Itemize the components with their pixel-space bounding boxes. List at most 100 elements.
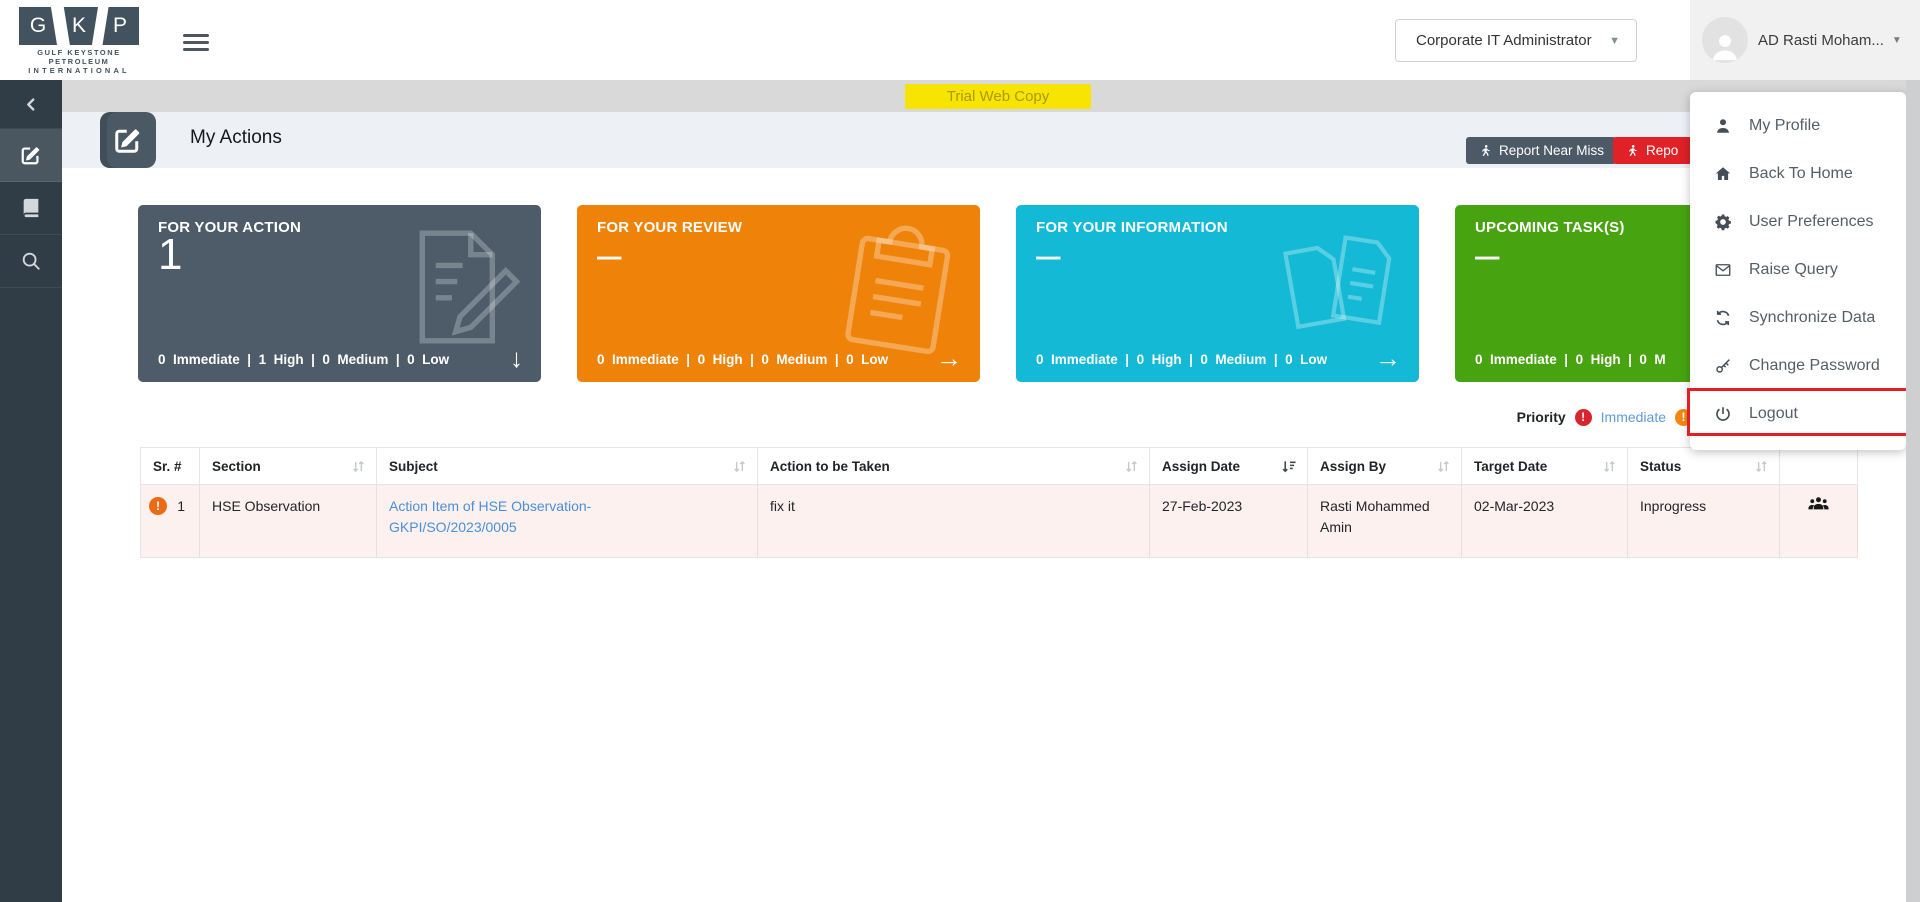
logo-text-line1: GULF KEYSTONE PETROLEUM	[37, 48, 121, 66]
card-stats: 0 Immediate | 1 High | 0 Medium | 0 Low …	[158, 295, 449, 382]
logo-letter-p: P	[102, 7, 139, 45]
card-title: FOR YOUR INFORMATION	[1036, 219, 1228, 236]
sidebar	[0, 80, 62, 902]
card-stats: 0 Immediate | 0 High | 0 Medium | 0 Low	[597, 295, 888, 382]
menu-item-raise-query[interactable]: Raise Query	[1690, 246, 1906, 294]
sort-icon[interactable]	[1124, 459, 1139, 474]
logo-letter-k: K	[63, 7, 98, 45]
menu-item-my-profile[interactable]: My Profile	[1690, 102, 1906, 150]
sort-active-icon[interactable]	[1281, 459, 1297, 474]
column-header-status[interactable]: Status	[1628, 448, 1780, 485]
card-for-your-information[interactable]: FOR YOUR INFORMATION – 0 Immediate | 0 H…	[1016, 205, 1419, 382]
power-icon	[1716, 407, 1730, 421]
column-header-actions	[1780, 448, 1858, 485]
card-for-your-action[interactable]: FOR YOUR ACTION 1 0 Immediate | 1 High |…	[138, 205, 541, 382]
report-red-label: Repo	[1646, 143, 1679, 158]
hamburger-menu-icon[interactable]	[183, 34, 209, 55]
card-stats-line1: 0 Immediate | 0 High | 0 M	[1475, 352, 1666, 367]
priority-legend-immediate: Immediate	[1600, 409, 1666, 425]
sort-icon[interactable]	[732, 459, 747, 474]
gkp-logo: G K P GULF KEYSTONE PETROLEUM INTERNATIO…	[12, 7, 146, 75]
cell-action: fix it	[758, 485, 1150, 558]
menu-item-back-to-home[interactable]: Back To Home	[1690, 150, 1906, 198]
table-row: ! 1 HSE Observation Action Item of HSE O…	[140, 485, 1858, 558]
cell-section: HSE Observation	[200, 485, 377, 558]
trial-banner: Trial Web Copy	[905, 84, 1091, 109]
cell-sr-value: 1	[177, 498, 185, 514]
user-dropdown-menu: My Profile Back To Home User Preferences…	[1687, 92, 1909, 450]
sort-icon[interactable]	[1436, 459, 1451, 474]
search-icon	[22, 252, 40, 270]
cell-assign-by: Rasti Mohammed Amin	[1308, 485, 1462, 558]
logo-text-line2: INTERNATIONAL	[28, 66, 130, 75]
sort-icon[interactable]	[351, 459, 366, 474]
running-person-icon	[1481, 144, 1490, 156]
sidebar-item-my-actions[interactable]	[0, 129, 62, 182]
chevron-down-icon: ▼	[1609, 34, 1620, 47]
key-icon	[1716, 359, 1730, 373]
arrow-right-icon[interactable]: →	[1375, 343, 1401, 374]
column-header-target-date[interactable]: Target Date	[1462, 448, 1628, 485]
page-title: My Actions	[190, 127, 282, 148]
card-stats-line1: 0 Immediate | 0 High | 0 Medium | 0 Low	[1036, 352, 1328, 367]
sort-icon[interactable]	[1602, 459, 1617, 474]
card-value: –	[1036, 230, 1061, 279]
priority-legend: Priority ! Immediate !	[1517, 406, 1692, 428]
menu-item-change-password[interactable]: Change Password	[1690, 342, 1906, 390]
column-header-subject[interactable]: Subject	[377, 448, 758, 485]
sidebar-item-search[interactable]	[0, 235, 62, 288]
card-value: –	[1475, 230, 1500, 279]
card-stats: 0 Immediate | 0 High | 0 M Next 1 year	[1475, 295, 1666, 382]
column-header-assign-date[interactable]: Assign Date	[1150, 448, 1308, 485]
priority-high-icon: !	[149, 497, 167, 515]
user-menu-trigger[interactable]: AD Rasti Moham... ▼	[1690, 0, 1920, 80]
card-value: 1	[158, 230, 183, 279]
vertical-scrollbar[interactable]	[1906, 80, 1920, 902]
menu-item-user-preferences[interactable]: User Preferences	[1690, 198, 1906, 246]
sidebar-collapse-button[interactable]	[0, 80, 62, 129]
column-header-action[interactable]: Action to be Taken	[758, 448, 1150, 485]
chevron-left-icon	[26, 97, 34, 111]
cell-team-action[interactable]	[1780, 485, 1858, 558]
gear-icon	[1715, 214, 1731, 231]
edit-icon	[21, 147, 40, 165]
role-selector[interactable]: Corporate IT Administrator ▼	[1395, 19, 1637, 62]
gkp-logo-boxes: G K P	[12, 7, 146, 45]
subject-link[interactable]: Action Item of HSE Observation-GKPI/SO/2…	[389, 496, 694, 538]
dashboard-cards: FOR YOUR ACTION 1 0 Immediate | 1 High |…	[138, 205, 1858, 382]
envelope-icon	[1715, 264, 1731, 276]
sidebar-item-register[interactable]	[0, 182, 62, 235]
menu-item-synchronize-data[interactable]: Synchronize Data	[1690, 294, 1906, 342]
cell-subject: Action Item of HSE Observation-GKPI/SO/2…	[377, 485, 758, 558]
cell-sr: ! 1	[140, 485, 200, 558]
alert-red-icon: !	[1574, 408, 1592, 426]
my-actions-table: Sr. # Section Subject Action to be Taken…	[140, 447, 1858, 558]
priority-legend-label: Priority	[1516, 409, 1566, 425]
arrow-right-icon[interactable]: →	[936, 343, 962, 374]
book-icon	[23, 198, 39, 218]
cell-target-date: 02-Mar-2023	[1462, 485, 1628, 558]
report-near-miss-label: Report Near Miss	[1499, 143, 1605, 158]
chevron-down-icon: ▼	[1891, 34, 1902, 46]
arrow-down-icon[interactable]: ↓	[510, 343, 523, 374]
role-selector-value: Corporate IT Administrator	[1416, 32, 1592, 49]
card-for-your-review[interactable]: FOR YOUR REVIEW – 0 Immediate | 0 High |…	[577, 205, 980, 382]
my-actions-tile-icon	[100, 112, 156, 168]
menu-item-logout[interactable]: Logout	[1690, 390, 1906, 438]
avatar	[1702, 17, 1748, 63]
user-icon	[1717, 119, 1729, 133]
sort-icon[interactable]	[1754, 459, 1769, 474]
column-header-assign-by[interactable]: Assign By	[1308, 448, 1462, 485]
top-header: G K P GULF KEYSTONE PETROLEUM INTERNATIO…	[0, 0, 1920, 80]
logo-letter-g: G	[19, 7, 57, 45]
card-stats-line1: 0 Immediate | 1 High | 0 Medium | 0 Low	[158, 352, 450, 367]
table-header-row: Sr. # Section Subject Action to be Taken…	[140, 447, 1858, 485]
card-stats: 0 Immediate | 0 High | 0 Medium | 0 Low …	[1036, 295, 1327, 382]
user-name: AD Rasti Moham...	[1758, 31, 1884, 49]
edit-icon	[115, 129, 140, 153]
home-icon	[1715, 167, 1731, 180]
column-header-section[interactable]: Section	[200, 448, 377, 485]
cell-status: Inprogress	[1628, 485, 1780, 558]
report-near-miss-button[interactable]: Report Near Miss	[1466, 137, 1617, 164]
sync-icon	[1716, 310, 1730, 326]
